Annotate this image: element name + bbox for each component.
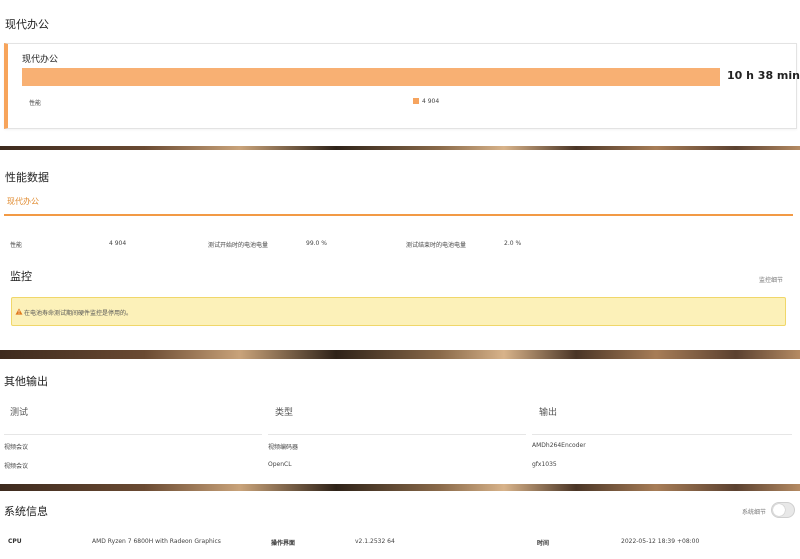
column-header-test: 测试 bbox=[10, 408, 29, 418]
card-label: 现代办公 bbox=[22, 55, 59, 65]
system-details-toggle[interactable] bbox=[771, 502, 795, 518]
monitor-title: 监控 bbox=[10, 270, 32, 283]
cell-type: 视频编码器 bbox=[268, 444, 299, 451]
battery-result-card: 现代办公 10 h 38 min 性能 4 904 bbox=[4, 43, 800, 129]
column-header-type: 类型 bbox=[275, 408, 294, 418]
end-battery-value: 2.0 % bbox=[504, 240, 522, 247]
cpu-value: AMD Ryzen 7 6800H with Radeon Graphics bbox=[92, 538, 221, 545]
duration-value: 10 h 38 min bbox=[727, 69, 800, 82]
battery-life-bar bbox=[22, 68, 720, 86]
cell-output: AMDh264Encoder bbox=[532, 442, 586, 449]
cell-test: 视频会议 bbox=[4, 463, 29, 470]
other-output-section: 其他输出 测试 类型 输出 视频会议 视频编码器 AMDh264Encoder … bbox=[0, 359, 800, 484]
cell-test: 视频会议 bbox=[4, 444, 29, 451]
monitoring-alert: 在电池寿命测试期间硬件监控是停用的。 bbox=[11, 297, 786, 326]
time-value: 2022-05-12 18:39 +08:00 bbox=[621, 538, 700, 545]
column-header-output: 输出 bbox=[539, 408, 558, 418]
system-details-label: 系统细节 bbox=[742, 509, 767, 516]
modern-office-section: 现代办公 现代办公 10 h 38 min 性能 4 904 bbox=[0, 0, 800, 146]
start-battery-value: 99.0 % bbox=[306, 240, 327, 247]
os-value: v2.1.2532 64 bbox=[355, 538, 395, 545]
monitor-details-link[interactable]: 监控细节 bbox=[759, 275, 783, 284]
cell-output: gfx1035 bbox=[532, 461, 557, 468]
score-legend-swatch bbox=[413, 98, 419, 104]
perf-label: 性能 bbox=[10, 242, 23, 249]
performance-data-section: 性能数据 现代办公 性能 4 904 测试开始时的电池电量 99.0 % 测试结… bbox=[0, 150, 800, 350]
header-divider bbox=[532, 434, 792, 435]
tab-modern-office[interactable]: 现代办公 bbox=[7, 196, 39, 207]
header-divider bbox=[268, 434, 526, 435]
perf-value: 4 904 bbox=[109, 240, 127, 247]
header-divider bbox=[4, 434, 262, 435]
battery-life-bar-fill bbox=[22, 68, 720, 86]
time-label: 时间 bbox=[537, 540, 550, 547]
system-info-section: 系统信息 系统细节 CPU AMD Ryzen 7 6800H with Rad… bbox=[0, 491, 800, 559]
cell-type: OpenCL bbox=[268, 461, 292, 468]
os-label: 操作界面 bbox=[271, 540, 296, 547]
toggle-knob bbox=[773, 504, 785, 516]
tab-underline bbox=[4, 214, 793, 216]
score-value: 4 904 bbox=[422, 98, 440, 105]
start-battery-label: 测试开始时的电池电量 bbox=[208, 242, 269, 249]
cpu-label: CPU bbox=[8, 538, 22, 545]
section-title: 现代办公 bbox=[5, 18, 49, 31]
alert-text: 在电池寿命测试期间硬件监控是停用的。 bbox=[24, 310, 133, 317]
end-battery-label: 测试结束时的电池电量 bbox=[406, 242, 467, 249]
score-label: 性能 bbox=[29, 100, 42, 107]
section-title: 其他输出 bbox=[4, 375, 48, 388]
section-title: 系统信息 bbox=[4, 505, 48, 518]
section-title: 性能数据 bbox=[5, 171, 49, 184]
warning-triangle-icon bbox=[15, 308, 23, 315]
